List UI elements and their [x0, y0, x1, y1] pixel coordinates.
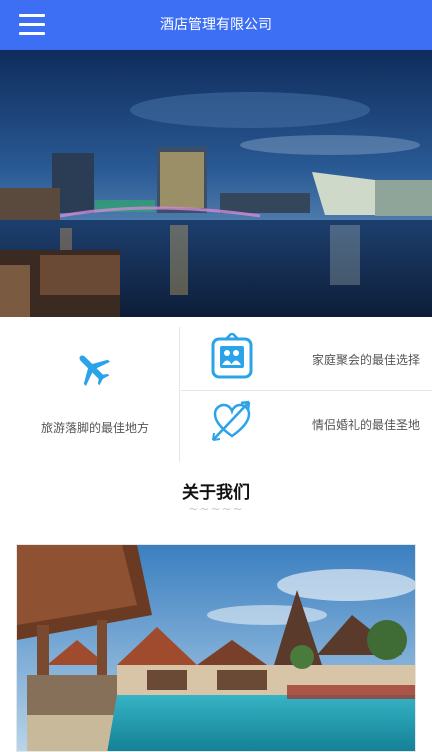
airplane-icon: [79, 355, 110, 386]
feature-family-label: 家庭聚会的最佳选择: [311, 353, 420, 367]
app-title: 酒店管理有限公司: [160, 17, 272, 33]
about-section-title: 关于我们: [182, 483, 250, 503]
about-hotel-photo[interactable]: [16, 544, 416, 752]
feature-travel-label: 旅游落脚的最佳地方: [40, 421, 149, 435]
feature-grid: 旅游落脚的最佳地方 家庭聚会的最佳选择 情侣婚礼的最佳圣地: [0, 317, 432, 462]
feature-travel[interactable]: 旅游落脚的最佳地方: [0, 327, 180, 462]
family-photo-icon: [211, 333, 253, 379]
heart-arrow-icon: [212, 400, 251, 441]
about-title-decoration: ~~~~~: [188, 502, 244, 516]
feature-wedding[interactable]: 情侣婚礼的最佳圣地: [181, 392, 432, 456]
top-bar: 酒店管理有限公司: [0, 0, 432, 50]
hero-banner-image[interactable]: [0, 50, 432, 317]
feature-wedding-label: 情侣婚礼的最佳圣地: [311, 418, 420, 432]
feature-family[interactable]: 家庭聚会的最佳选择: [181, 327, 432, 391]
